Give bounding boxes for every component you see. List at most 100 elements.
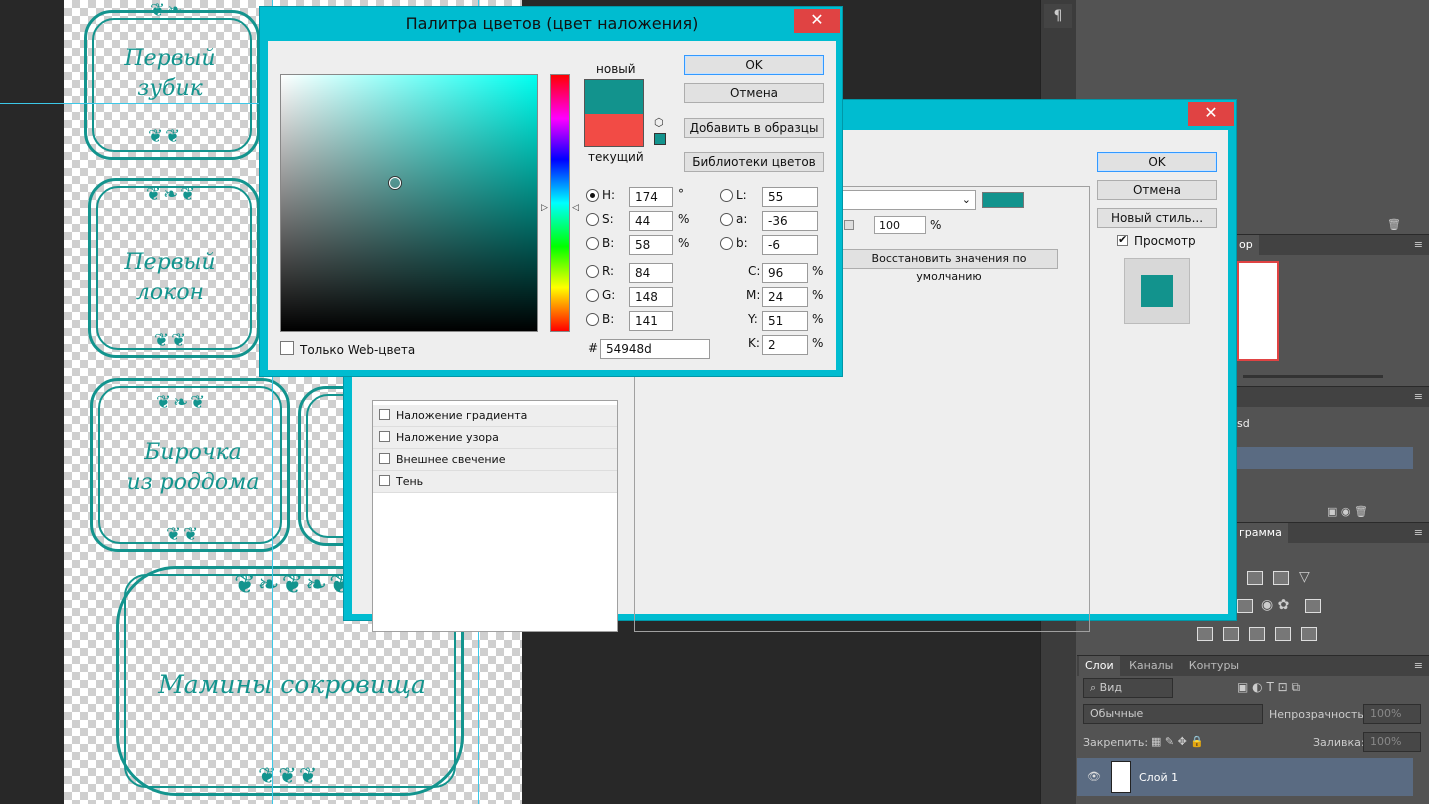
color-libraries-button[interactable]: Библиотеки цветов — [684, 152, 824, 172]
grid-lookup-icon[interactable] — [1305, 599, 1321, 613]
layer-row-1[interactable]: 👁 Слой 1 — [1077, 758, 1413, 796]
blend-mode-select[interactable]: Обычные — [1083, 704, 1263, 724]
panel-menu-icon[interactable]: ≡ — [1414, 656, 1423, 676]
invert-icon[interactable] — [1197, 627, 1213, 641]
overlay-color-swatch[interactable] — [982, 192, 1024, 208]
checkbox-checked-icon[interactable]: ✔ — [1117, 233, 1128, 246]
ok-button[interactable]: OK — [1097, 152, 1217, 172]
close-icon[interactable]: ✕ — [794, 9, 840, 33]
history-actions[interactable]: ▣ ◉ 🗑 — [1327, 505, 1368, 518]
opacity-input[interactable]: 100 — [874, 216, 926, 234]
out-of-gamut-cube-icon[interactable]: ⬡ — [654, 116, 664, 129]
blend-mode-dropdown[interactable]: ⌄ — [842, 190, 976, 210]
a-input[interactable]: -36 — [762, 211, 818, 231]
r-input[interactable]: 84 — [629, 263, 673, 283]
radio-h[interactable] — [586, 189, 599, 202]
style-item-pattern-overlay[interactable]: Наложение узора — [373, 427, 617, 449]
panel-menu-icon[interactable]: ≡ — [1414, 235, 1423, 255]
radio-g[interactable] — [586, 289, 599, 302]
radio-b[interactable] — [586, 237, 599, 250]
lab-b-input[interactable]: -6 — [762, 235, 818, 255]
checkbox[interactable] — [379, 409, 390, 420]
radio-a[interactable] — [720, 213, 733, 226]
history-file-name[interactable]: sd — [1237, 417, 1250, 430]
h-input[interactable]: 174 — [629, 187, 673, 207]
guide-horizontal[interactable] — [0, 103, 264, 104]
ornament-icon: ❦❦❦ — [258, 764, 320, 789]
y-input[interactable]: 51 — [762, 311, 808, 331]
hue-arrow-right-icon[interactable]: ◁ — [572, 203, 579, 213]
g-input[interactable]: 148 — [629, 287, 673, 307]
tab-adjustments[interactable]: грамма — [1233, 523, 1288, 543]
style-item-drop-shadow[interactable]: Тень — [373, 471, 617, 493]
hue-slider[interactable] — [550, 74, 570, 332]
close-icon[interactable]: ✕ — [1188, 102, 1234, 126]
opacity-field[interactable]: 100% — [1363, 704, 1421, 724]
checkbox[interactable] — [379, 453, 390, 464]
label-1-text: Первый зубик — [100, 44, 240, 104]
label-2-line1: Первый — [124, 250, 216, 275]
web-colors-only-checkbox[interactable]: Только Web-цвета — [280, 341, 415, 357]
m-input[interactable]: 24 — [762, 287, 808, 307]
b-input[interactable]: 58 — [629, 235, 673, 255]
gradient-triangle-icon[interactable]: ▽ — [1299, 569, 1310, 585]
web-colors-only-label: Только Web-цвета — [300, 343, 416, 357]
layers-panel-header: Слои Каналы Контуры ≡ — [1077, 656, 1429, 676]
web-safe-swatch-icon[interactable] — [654, 133, 666, 145]
style-item-outer-glow[interactable]: Внешнее свечение — [373, 449, 617, 471]
saturation-brightness-field[interactable] — [280, 74, 538, 332]
k-unit: % — [812, 336, 824, 350]
history-selected-row[interactable] — [1227, 447, 1413, 469]
cancel-button[interactable]: Отмена — [684, 83, 824, 103]
preview-checkbox[interactable]: ✔ Просмотр — [1117, 233, 1196, 248]
eye-icon[interactable]: 👁 — [1087, 770, 1101, 783]
k-input[interactable]: 2 — [762, 335, 808, 355]
l-input[interactable]: 55 — [762, 187, 818, 207]
opacity-slider-thumb[interactable] — [844, 220, 854, 230]
photo-filter-icon[interactable]: ◉ ✿ — [1261, 597, 1289, 613]
trash-icon[interactable]: 🗑 — [1387, 218, 1401, 231]
posterize-icon[interactable] — [1223, 627, 1239, 641]
color-marker[interactable] — [389, 177, 401, 189]
ok-button[interactable]: OK — [684, 55, 824, 75]
s-input[interactable]: 44 — [629, 211, 673, 231]
exposure-icon[interactable] — [1273, 571, 1289, 585]
g-label: G: — [602, 288, 616, 302]
panel-menu-icon[interactable]: ≡ — [1414, 387, 1423, 407]
panel-menu-icon[interactable]: ≡ — [1414, 523, 1423, 543]
current-color-swatch[interactable] — [585, 114, 643, 146]
paragraph-icon[interactable]: ¶ — [1044, 4, 1072, 28]
layer-filter-icons[interactable]: ▣ ◐ T ⊡ ⧉ — [1237, 680, 1300, 695]
layer-filter-select[interactable]: ⌕ Вид — [1083, 678, 1173, 698]
layer-name[interactable]: Слой 1 — [1139, 771, 1178, 784]
checkbox[interactable] — [379, 431, 390, 442]
checkbox[interactable] — [280, 341, 294, 355]
radio-blue[interactable] — [586, 313, 599, 326]
radio-s[interactable] — [586, 213, 599, 226]
c-input[interactable]: 96 — [762, 263, 808, 283]
gradient-map-icon[interactable] — [1301, 627, 1317, 641]
lock-icons[interactable]: ▦ ✎ ✥ 🔒 — [1151, 735, 1204, 748]
zoom-slider[interactable] — [1243, 375, 1383, 378]
tab-layers[interactable]: Слои — [1079, 656, 1120, 676]
style-item-gradient-overlay[interactable]: Наложение градиента — [373, 405, 617, 427]
checkbox[interactable] — [379, 475, 390, 486]
cancel-button[interactable]: Отмена — [1097, 180, 1217, 200]
ornament-icon: ❦❧❦❧❦ — [234, 570, 353, 600]
tab-paths[interactable]: Контуры — [1183, 656, 1245, 676]
selective-color-icon[interactable] — [1275, 627, 1291, 641]
hue-arrow-left-icon[interactable]: ▷ — [541, 203, 548, 213]
radio-l[interactable] — [720, 189, 733, 202]
add-to-swatches-button[interactable]: Добавить в образцы — [684, 118, 824, 138]
tab-channels[interactable]: Каналы — [1123, 656, 1179, 676]
threshold-icon[interactable] — [1249, 627, 1265, 641]
new-style-button[interactable]: Новый стиль... — [1097, 208, 1217, 228]
radio-r[interactable] — [586, 265, 599, 278]
reset-defaults-button[interactable]: Восстановить значения по умолчанию — [840, 249, 1058, 283]
radio-lab-b[interactable] — [720, 237, 733, 250]
bw-icon[interactable] — [1237, 599, 1253, 613]
hex-input[interactable]: 54948d — [600, 339, 710, 359]
curves-icon[interactable] — [1247, 571, 1263, 585]
blue-input[interactable]: 141 — [629, 311, 673, 331]
fill-field[interactable]: 100% — [1363, 732, 1421, 752]
